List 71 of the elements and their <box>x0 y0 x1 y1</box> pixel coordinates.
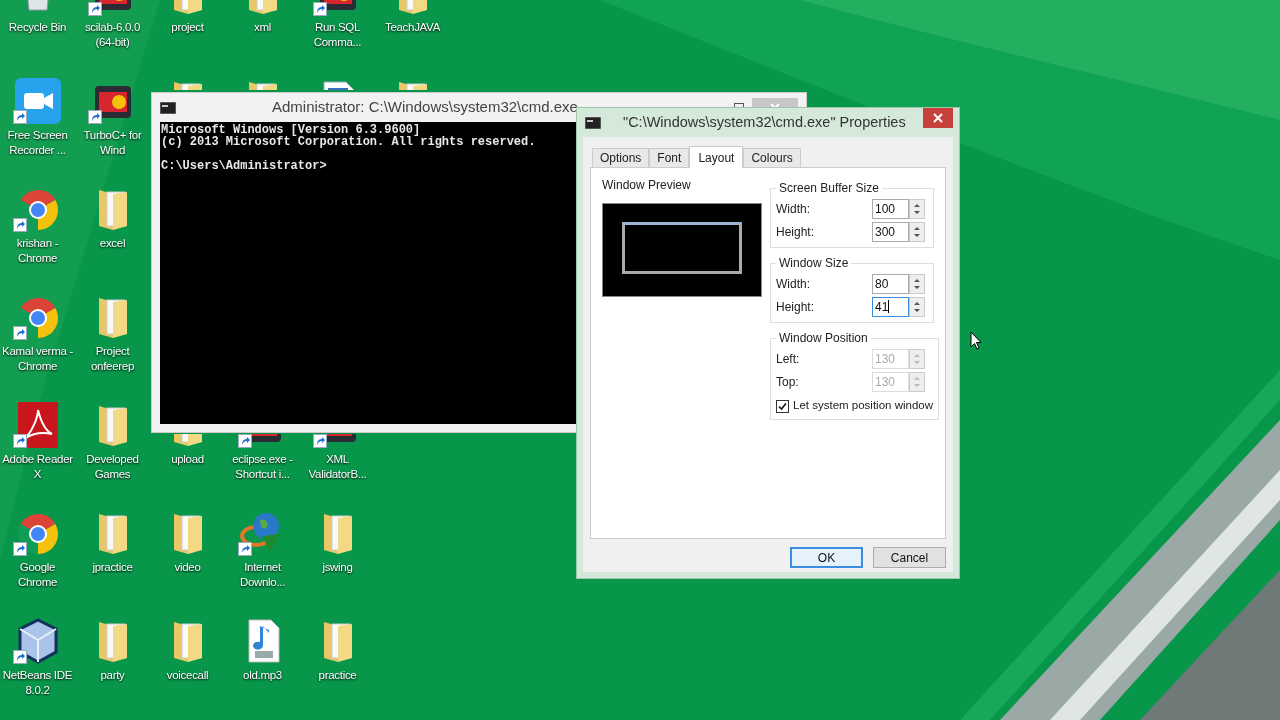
tab[interactable]: Layout <box>689 146 744 168</box>
up-down-arrows-icon <box>913 201 921 216</box>
tab[interactable]: Font <box>649 148 690 167</box>
checkbox[interactable] <box>776 399 789 413</box>
field-value: 41 <box>875 298 889 316</box>
icon-label[interactable]: eclipse.exe - Shortcut i... <box>225 452 300 482</box>
dialog-button[interactable]: OK <box>790 547 863 568</box>
field-value: 100 <box>875 200 896 218</box>
console-icon <box>160 101 176 114</box>
icon-label[interactable]: scilab-6.0.0 (64-bit) <box>75 20 150 50</box>
icon-label[interactable]: jswing <box>322 560 353 575</box>
icon-label[interactable]: TeachJAVA <box>384 20 440 35</box>
icon-label[interactable]: party <box>100 668 125 683</box>
up-down-arrows-icon <box>913 299 921 314</box>
spin-button[interactable] <box>909 198 925 219</box>
icon-label[interactable]: Google Chrome <box>0 560 75 590</box>
up-down-arrows-icon <box>913 351 921 366</box>
window-title: Administrator: C:\Windows\system32\cmd.exe <box>272 97 578 118</box>
console-line: (c) 2013 Microsoft Corporation. All rights reserved. <box>161 136 537 148</box>
number-field[interactable]: 80 <box>872 273 909 294</box>
icon-label[interactable]: TurboC+ for Wind <box>75 128 150 158</box>
console-line: Microsoft Windows [Version 6.3.9600] <box>161 124 421 136</box>
close-button[interactable] <box>923 108 953 128</box>
field-label: Top: <box>776 373 800 391</box>
text-caret <box>888 300 890 313</box>
field-value: 300 <box>875 223 896 241</box>
icon-label[interactable]: Adobe Reader X <box>0 452 75 482</box>
tab[interactable]: Colours <box>743 148 801 167</box>
icon-label[interactable]: xml <box>254 20 271 35</box>
up-down-arrows-icon <box>913 374 921 389</box>
tab[interactable]: Options <box>592 148 650 167</box>
up-down-arrows-icon <box>913 224 921 239</box>
close-icon <box>933 113 943 123</box>
spin-button[interactable] <box>909 296 925 317</box>
icon-label[interactable]: old.mp3 <box>243 668 282 683</box>
icon-label[interactable]: XML ValidatorB... <box>300 452 375 482</box>
console-line: C:\Users\Administrator> <box>161 160 328 172</box>
browser-icon <box>15 512 60 556</box>
field-label: Left: <box>776 350 801 368</box>
icon-label[interactable]: Free Screen Recorder ... <box>0 128 75 158</box>
spin-button[interactable] <box>909 221 925 242</box>
icon-label[interactable]: Developed Games <box>75 452 150 482</box>
icon-label[interactable]: project <box>171 20 204 35</box>
icon-label[interactable]: NetBeans IDE 8.0.2 <box>0 668 75 698</box>
mouse-pointer-icon <box>970 331 982 350</box>
field-value: 130 <box>875 350 896 368</box>
number-field[interactable]: 100 <box>872 198 909 219</box>
icon-label[interactable]: practice <box>318 668 357 683</box>
preview-label: Window Preview <box>602 177 692 194</box>
icon-label[interactable]: Recycle Bin <box>8 20 67 35</box>
browser-icon <box>15 188 60 232</box>
dialog-button[interactable]: Cancel <box>873 547 946 568</box>
icon-label[interactable]: Kamal verma - Chrome <box>0 344 75 374</box>
icon-label[interactable]: Run SQL Comma... <box>300 20 375 50</box>
number-field[interactable]: 300 <box>872 221 909 242</box>
console-icon <box>585 116 601 129</box>
spin-button[interactable] <box>909 273 925 294</box>
check-icon <box>778 401 787 411</box>
field-value: 80 <box>875 275 889 293</box>
field-value: 130 <box>875 373 896 391</box>
icon-label[interactable]: krishan - Chrome <box>0 236 75 266</box>
icon-label[interactable]: video <box>174 560 201 575</box>
icon-label[interactable]: excel <box>99 236 126 251</box>
browser-icon <box>15 296 60 340</box>
icon-label[interactable]: Internet Downlo... <box>225 560 300 590</box>
icon-label[interactable]: voicecall <box>166 668 209 683</box>
number-field[interactable]: 41 <box>872 296 909 317</box>
up-down-arrows-icon <box>913 276 921 291</box>
icon-label[interactable]: Project onfeerep <box>75 344 150 374</box>
icon-label[interactable]: upload <box>171 452 204 467</box>
icon-label[interactable]: jpractice <box>92 560 133 575</box>
